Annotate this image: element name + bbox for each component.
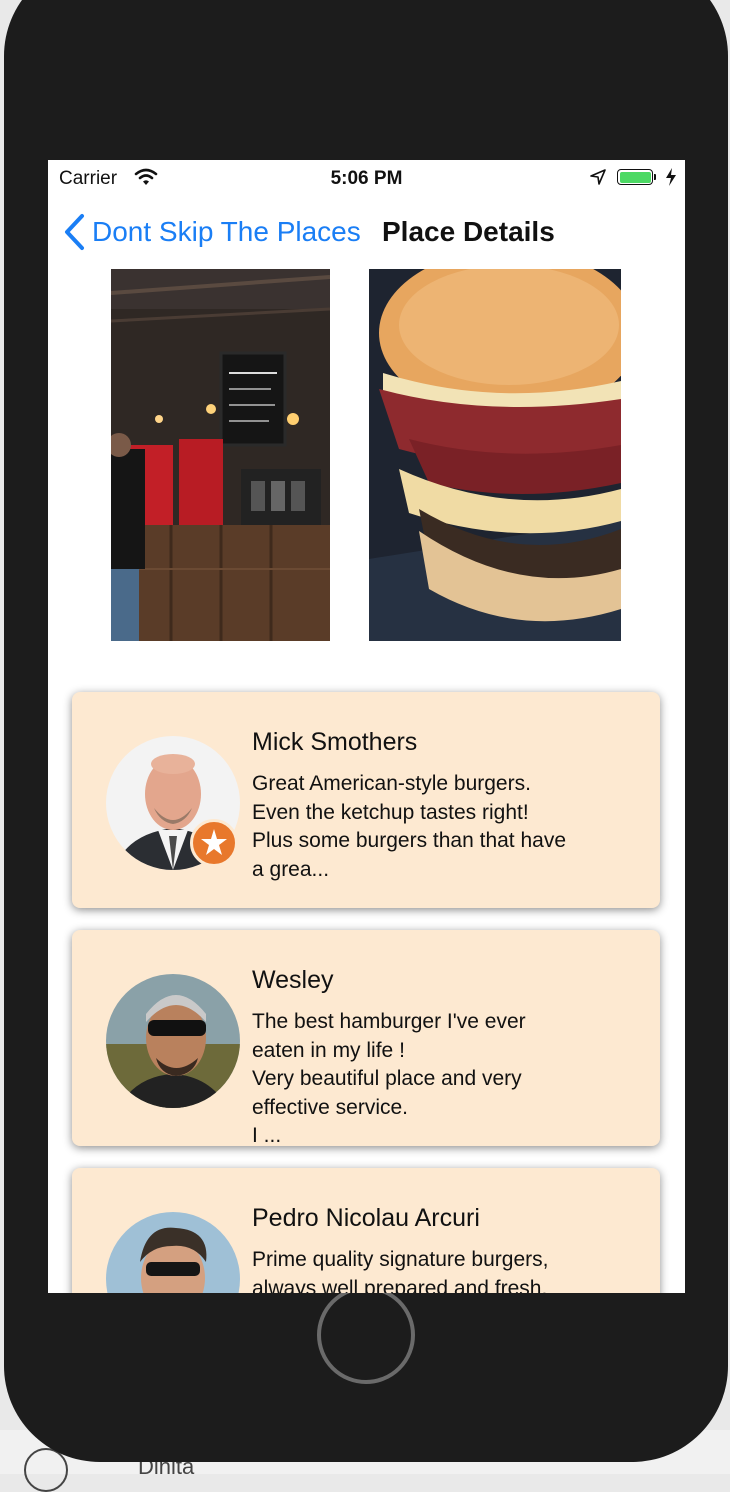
review-text: Prime quality signature burgers, always …: [252, 1248, 549, 1293]
reviewer-avatar: [106, 1212, 240, 1293]
battery-cap: [654, 174, 656, 180]
back-chevron-icon[interactable]: [62, 213, 86, 251]
navigation-bar: Dont Skip The Places Place Details: [48, 204, 685, 258]
review-text: Great American-style burgers. Even the k…: [252, 772, 567, 881]
reviewer-name: Wesley: [252, 966, 334, 994]
back-button[interactable]: Dont Skip The Places: [92, 216, 361, 248]
location-arrow-icon: [590, 169, 606, 185]
reviewer-name: Pedro Nicolau Arcuri: [252, 1204, 480, 1232]
review-card[interactable]: Wesley The best hamburger I've ever eate…: [72, 930, 660, 1147]
place-photo-restaurant[interactable]: [111, 269, 330, 641]
review-card[interactable]: Mick Smothers Great American-style burge…: [72, 692, 660, 908]
battery-icon: [617, 169, 653, 185]
review-card[interactable]: Pedro Nicolau Arcuri Prime quality signa…: [72, 1168, 660, 1293]
charging-bolt-icon: [666, 168, 676, 186]
restaurant-photo-image: [111, 269, 330, 641]
app-screen: Carrier 5:06 PM Dont Skip The Places Pla…: [48, 160, 685, 1293]
review-text: The best hamburger I've ever eaten in my…: [252, 1010, 526, 1147]
home-button[interactable]: [317, 1286, 415, 1384]
page-title: Place Details: [382, 216, 555, 247]
burger-photo-image: [369, 269, 621, 641]
place-photo-burger[interactable]: [369, 269, 621, 641]
desktop-circle-icon: [24, 1448, 68, 1492]
reviewer-name: Mick Smothers: [252, 728, 418, 756]
badge-icon: [190, 819, 238, 867]
reviewer-avatar: [106, 974, 240, 1108]
status-bar: Carrier 5:06 PM: [48, 160, 685, 196]
